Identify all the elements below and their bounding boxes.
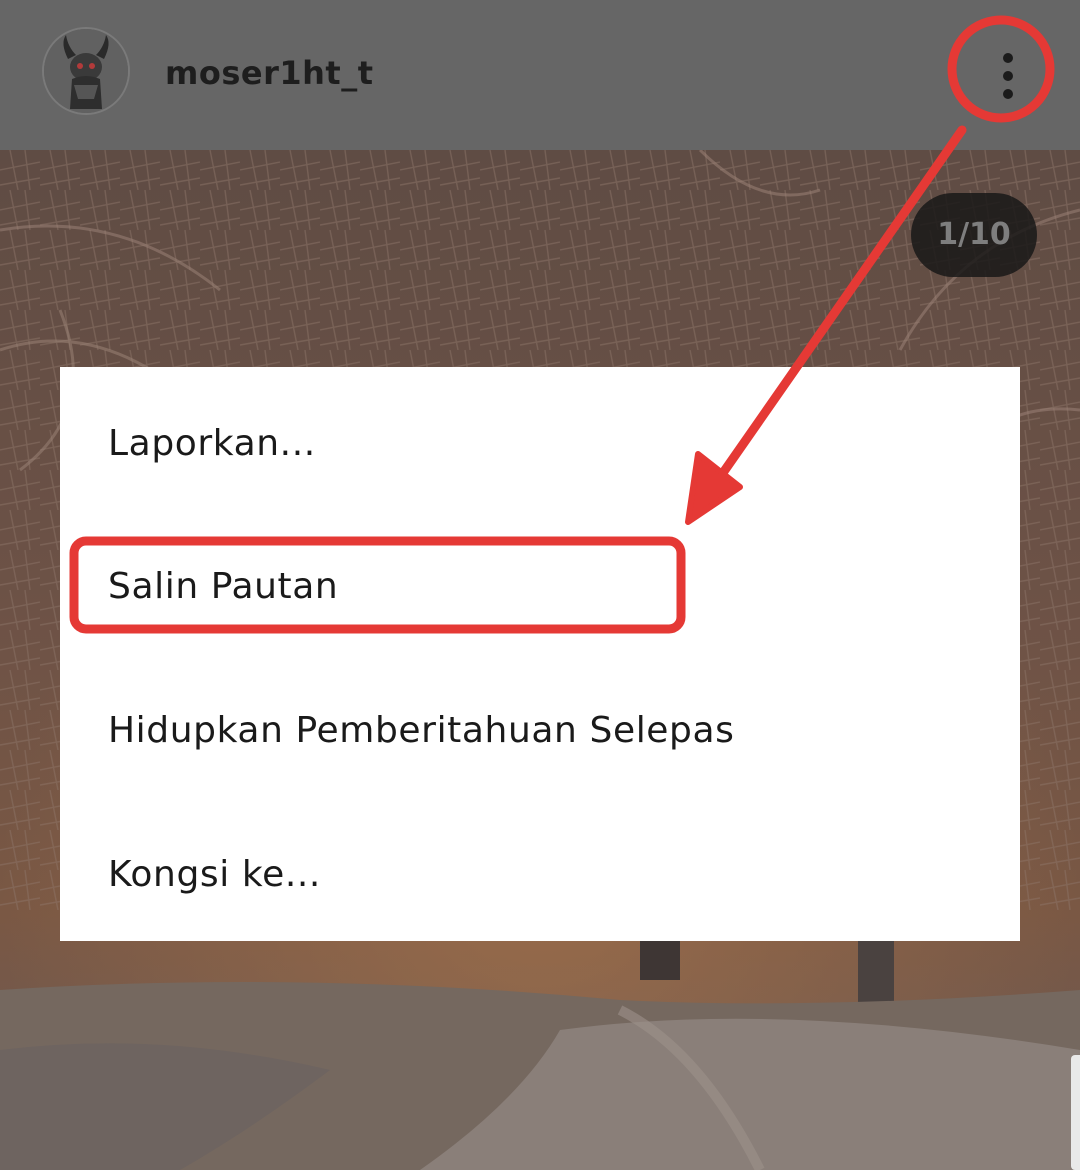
post-options-menu: Laporkan... Salin Pautan Hidupkan Pember…: [60, 367, 1020, 941]
more-options-button[interactable]: [978, 40, 1038, 110]
menu-item-turn-on-notifications[interactable]: Hidupkan Pemberitahuan Selepas: [60, 659, 1020, 802]
menu-item-report[interactable]: Laporkan...: [60, 372, 1020, 515]
carousel-counter-badge: 1/10: [911, 193, 1037, 277]
username[interactable]: moser1ht_t: [165, 54, 374, 92]
post-header: moser1ht_t: [0, 0, 1080, 150]
menu-item-share-to[interactable]: Kongsi ke...: [60, 803, 1020, 946]
scrollbar[interactable]: [1071, 1055, 1080, 1170]
more-vertical-icon: [1003, 53, 1013, 99]
horned-character-avatar-icon: [44, 29, 128, 113]
menu-item-copy-link[interactable]: Salin Pautan: [60, 515, 1020, 658]
user-avatar[interactable]: [42, 27, 130, 115]
